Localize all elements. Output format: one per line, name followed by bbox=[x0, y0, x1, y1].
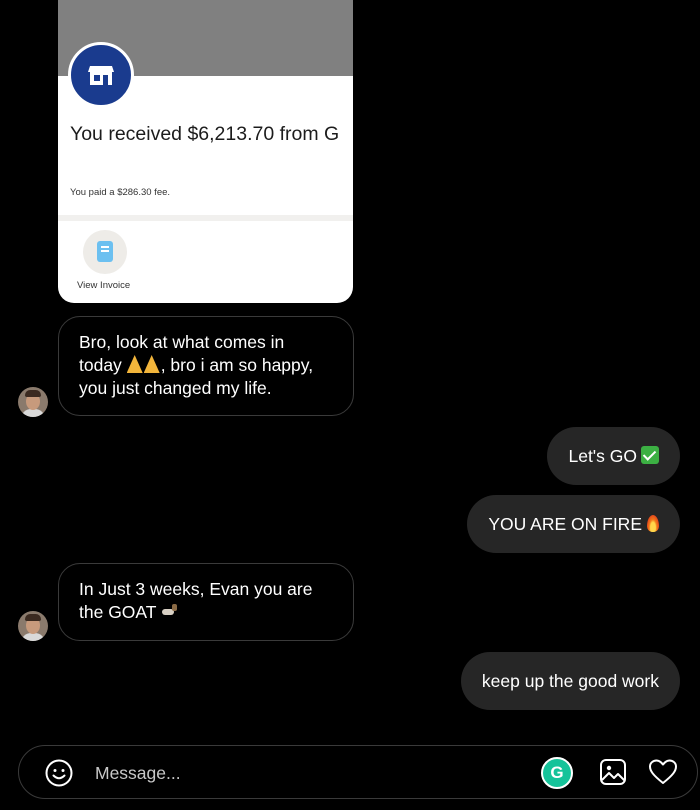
message-text: , bro i am so happy, bbox=[160, 355, 314, 375]
goat-icon bbox=[160, 604, 178, 618]
outgoing-message-bubble[interactable]: Let's GO bbox=[547, 427, 680, 485]
card-divider bbox=[58, 215, 353, 221]
message-line: Bro, look at what comes in bbox=[79, 332, 285, 352]
outgoing-message-bubble[interactable]: YOU ARE ON FIRE bbox=[467, 495, 680, 553]
message-line: today , bro i am so happy, bbox=[79, 354, 333, 377]
message-line: the GOAT bbox=[79, 601, 333, 624]
message-composer: G bbox=[18, 745, 698, 800]
invoice-icon[interactable] bbox=[83, 230, 127, 274]
incoming-message-bubble[interactable]: In Just 3 weeks, Evan you are the GOAT bbox=[58, 563, 354, 641]
outgoing-message-bubble[interactable]: keep up the good work bbox=[460, 652, 680, 710]
fire-icon bbox=[647, 515, 659, 532]
payment-received-text: You received $6,213.70 from G bbox=[70, 123, 340, 145]
check-mark-icon bbox=[641, 446, 659, 464]
fee-text: You paid a $286.30 fee. bbox=[70, 187, 171, 198]
message-text: YOU ARE ON FIRE bbox=[488, 514, 642, 534]
heart-icon[interactable] bbox=[648, 758, 678, 786]
folded-hands-icon bbox=[126, 355, 161, 373]
message-text: the GOAT bbox=[79, 602, 157, 622]
store-avatar bbox=[68, 42, 134, 108]
grammarly-label: G bbox=[550, 763, 564, 782]
message-text: today bbox=[79, 355, 122, 375]
store-icon bbox=[88, 66, 114, 85]
message-line: you just changed my life. bbox=[79, 378, 272, 398]
view-invoice-link[interactable]: View Invoice bbox=[77, 280, 130, 291]
incoming-message-bubble[interactable]: Bro, look at what comes in today , bro i… bbox=[58, 316, 354, 416]
shared-payment-card[interactable]: You received $6,213.70 from G You paid a… bbox=[58, 0, 353, 303]
message-line: In Just 3 weeks, Evan you are bbox=[79, 579, 313, 599]
message-input[interactable] bbox=[95, 746, 475, 800]
sender-avatar[interactable] bbox=[18, 387, 48, 417]
message-text: Let's GO bbox=[568, 446, 637, 466]
smiley-icon[interactable] bbox=[44, 758, 74, 788]
image-icon[interactable] bbox=[599, 758, 627, 786]
message-text: keep up the good work bbox=[481, 671, 659, 691]
sender-avatar[interactable] bbox=[18, 611, 48, 641]
grammarly-button[interactable]: G bbox=[541, 757, 573, 789]
